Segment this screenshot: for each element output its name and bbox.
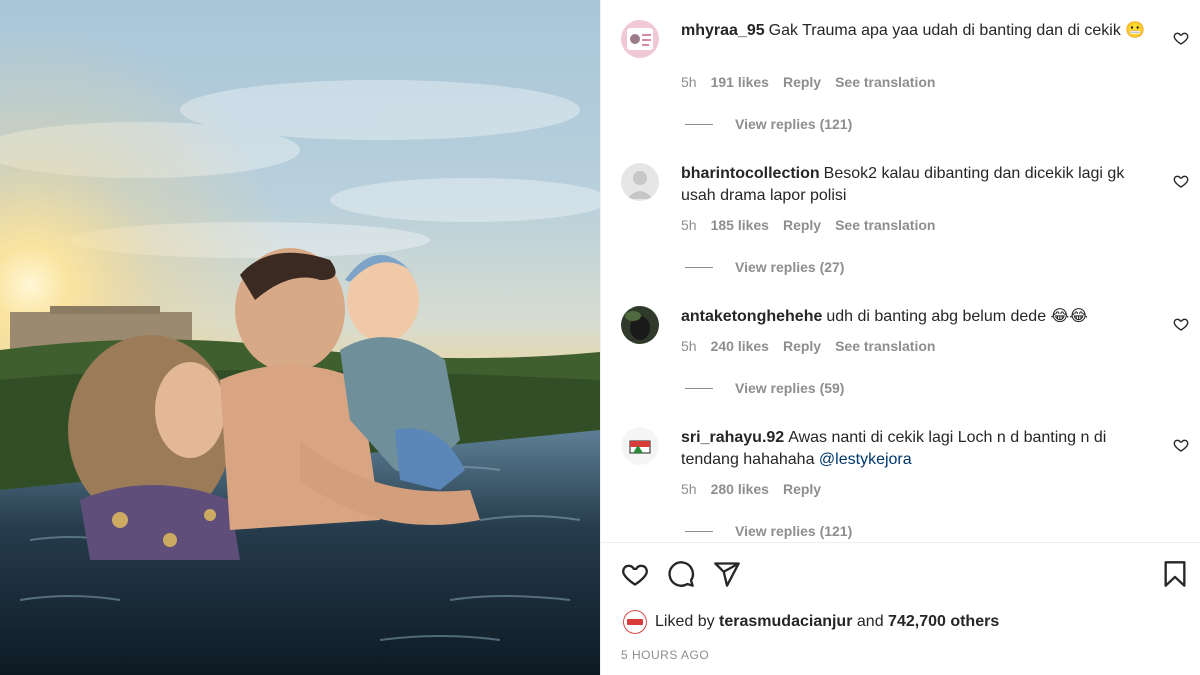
comments-panel: mhyraa_95 Gak Trauma apa yaa udah di bant…	[600, 0, 1200, 675]
reply-button[interactable]: Reply	[783, 481, 821, 497]
reply-button[interactable]: Reply	[783, 338, 821, 354]
view-replies-button[interactable]: View replies (121)	[685, 116, 852, 132]
comment-meta: 5h 191 likes Reply See translation	[681, 74, 935, 90]
liked-by-line: Liked by terasmudacianjur and 742,700 ot…	[623, 610, 999, 634]
comments-list[interactable]: mhyraa_95 Gak Trauma apa yaa udah di bant…	[601, 0, 1200, 542]
like-comment-heart-icon[interactable]	[1173, 30, 1189, 46]
user-avatar[interactable]	[621, 163, 659, 201]
comment-username[interactable]: sri_rahayu.92	[681, 429, 784, 446]
comment-likes[interactable]: 280 likes	[711, 481, 769, 497]
view-replies-button[interactable]: View replies (27)	[685, 259, 844, 275]
view-replies-label: View replies (27)	[735, 259, 845, 275]
like-comment-heart-icon[interactable]	[1173, 173, 1189, 189]
user-avatar[interactable]	[621, 20, 659, 58]
share-icon[interactable]	[713, 560, 741, 588]
view-replies-label: View replies (59)	[735, 380, 845, 396]
reply-button[interactable]: Reply	[783, 74, 821, 90]
section-divider	[601, 542, 1200, 543]
comment-mention-link[interactable]: @lestykejora	[819, 451, 912, 468]
view-replies-button[interactable]: View replies (121)	[685, 523, 852, 539]
comment-text: bharintocollection Besok2 kalau dibanting…	[681, 163, 1161, 207]
comment-text: mhyraa_95 Gak Trauma apa yaa udah di bant…	[681, 20, 1161, 42]
replies-line	[685, 266, 713, 268]
view-replies-button[interactable]: View replies (59)	[685, 380, 844, 396]
post-timestamp[interactable]: 5 HOURS AGO	[621, 648, 709, 662]
liked-by-others-link[interactable]: 742,700 others	[888, 613, 999, 631]
see-translation-button[interactable]: See translation	[835, 74, 935, 90]
comment-time[interactable]: 5h	[681, 481, 697, 497]
comment-time[interactable]: 5h	[681, 338, 697, 354]
liked-by-username[interactable]: terasmudacianjur	[719, 613, 852, 631]
comment-body: Gak Trauma apa yaa udah di banting dan d…	[768, 22, 1146, 39]
like-comment-heart-icon[interactable]	[1173, 316, 1189, 332]
comment-meta: 5h 240 likes Reply See translation	[681, 338, 935, 354]
see-translation-button[interactable]: See translation	[835, 338, 935, 354]
comment-username[interactable]: bharintocollection	[681, 165, 820, 182]
reply-button[interactable]: Reply	[783, 217, 821, 233]
comment-meta: 5h 280 likes Reply	[681, 481, 821, 497]
comment-body: udh di banting abg belum dede 😂😂	[826, 308, 1088, 325]
view-replies-label: View replies (121)	[735, 116, 853, 132]
liked-by-avatar[interactable]	[623, 610, 647, 634]
comment-likes[interactable]: 240 likes	[711, 338, 769, 354]
liked-by-prefix: Liked by	[655, 613, 715, 630]
post-photo-illustration	[0, 0, 600, 675]
liked-by-and: and	[856, 613, 884, 630]
comment-meta: 5h 185 likes Reply See translation	[681, 217, 935, 233]
user-avatar[interactable]	[621, 306, 659, 344]
comment-icon[interactable]	[667, 560, 695, 588]
comment-username[interactable]: antaketonghehehe	[681, 308, 822, 325]
view-replies-label: View replies (121)	[735, 523, 853, 539]
replies-line	[685, 387, 713, 389]
user-avatar[interactable]	[621, 427, 659, 465]
bookmark-icon[interactable]	[1161, 560, 1189, 588]
like-comment-heart-icon[interactable]	[1173, 437, 1189, 453]
comment-time[interactable]: 5h	[681, 217, 697, 233]
comment-time[interactable]: 5h	[681, 74, 697, 90]
see-translation-button[interactable]: See translation	[835, 217, 935, 233]
post-action-bar	[621, 560, 741, 588]
replies-line	[685, 530, 713, 532]
comment-text: antaketonghehehe udh di banting abg belum…	[681, 306, 1161, 328]
comment-username[interactable]: mhyraa_95	[681, 22, 765, 39]
post-photo	[0, 0, 600, 675]
comment-text: sri_rahayu.92 Awas nanti di cekik lagi Lo…	[681, 427, 1161, 471]
comment-likes[interactable]: 191 likes	[711, 74, 769, 90]
replies-line	[685, 123, 713, 125]
comment-likes[interactable]: 185 likes	[711, 217, 769, 233]
like-heart-icon[interactable]	[621, 560, 649, 588]
